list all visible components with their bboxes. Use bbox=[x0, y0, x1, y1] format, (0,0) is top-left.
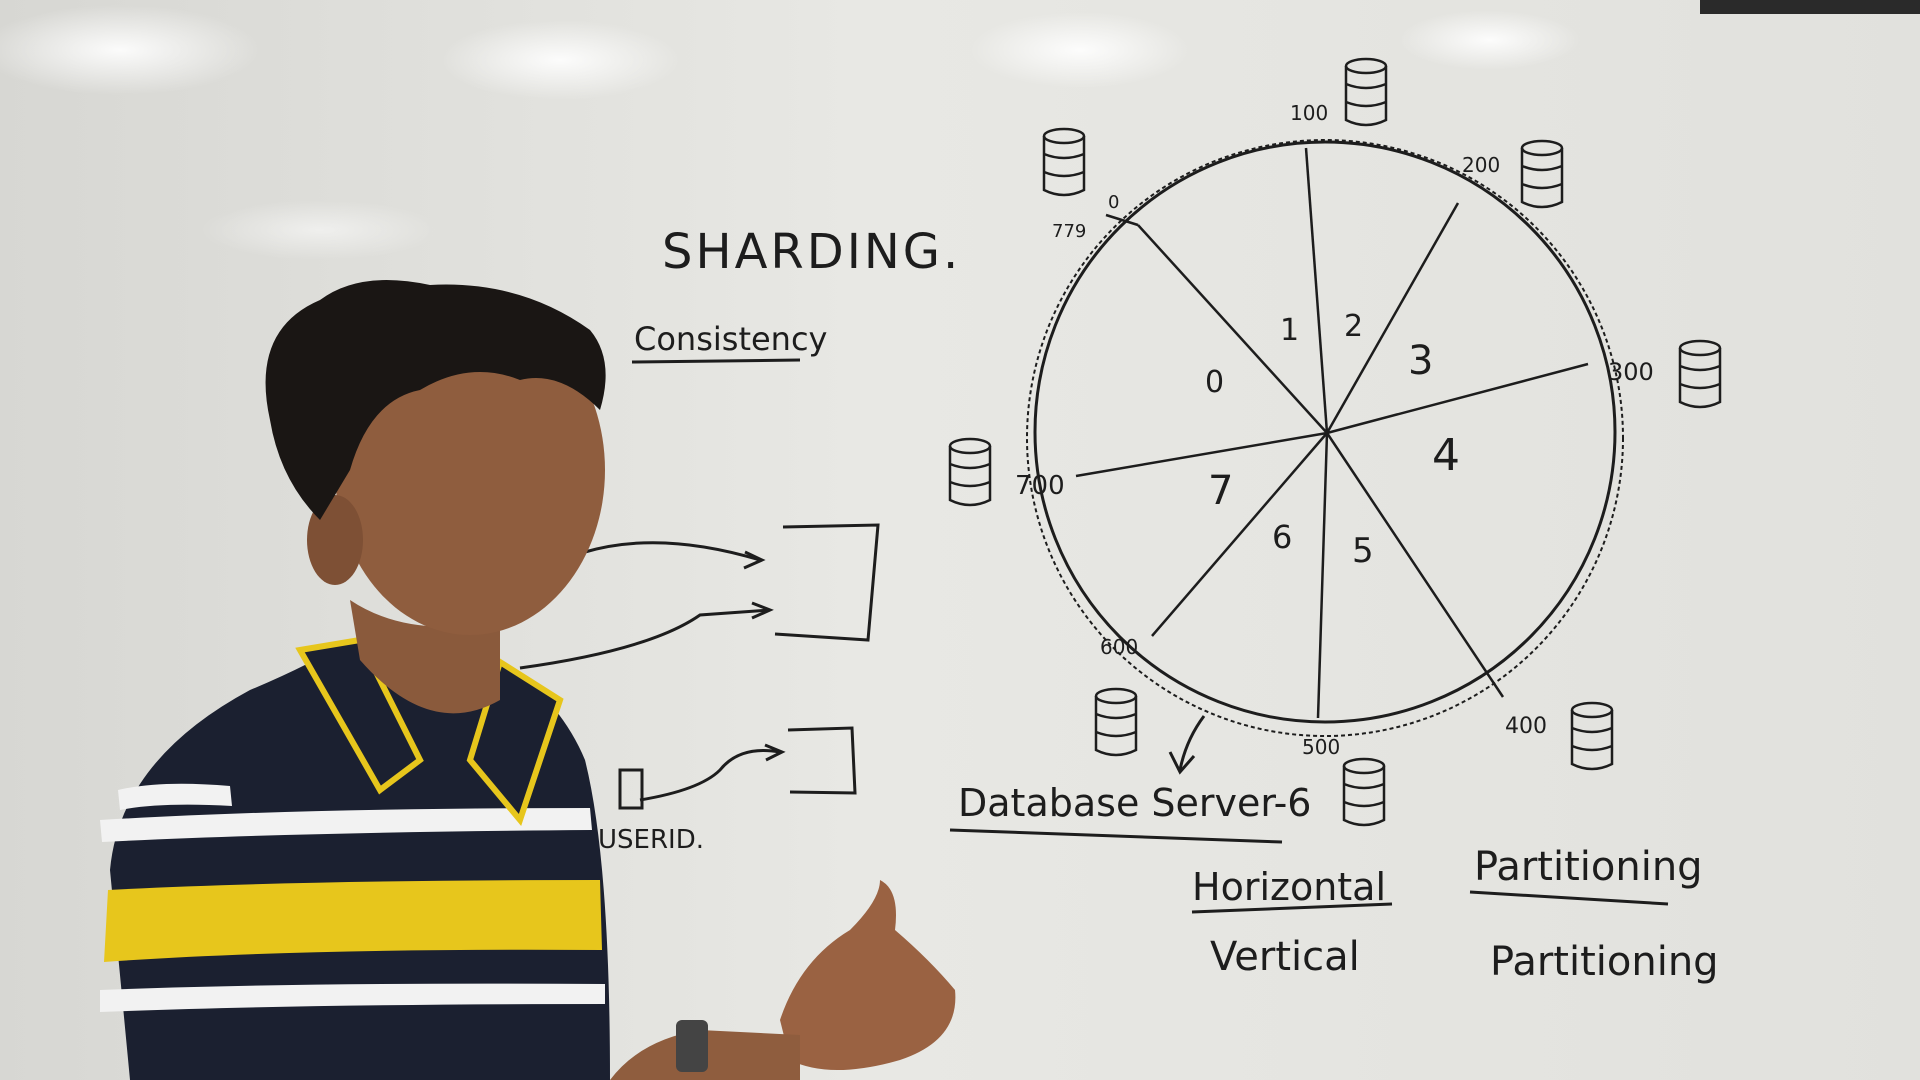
vertical-label: Vertical bbox=[1210, 934, 1360, 980]
consistency-label: Consistency bbox=[634, 320, 827, 358]
segment-6: 6 bbox=[1272, 518, 1292, 556]
vertical-partitioning-label: Partitioning bbox=[1490, 939, 1719, 985]
segment-5: 5 bbox=[1352, 531, 1374, 571]
segment-3: 3 bbox=[1408, 338, 1433, 384]
segment-7: 7 bbox=[1208, 468, 1233, 514]
segment-2: 2 bbox=[1344, 309, 1363, 344]
mark-400: 400 bbox=[1505, 714, 1547, 739]
consistency-underline bbox=[631, 358, 801, 364]
mark-300: 300 bbox=[1608, 358, 1654, 386]
sharding-title: SHARDING. bbox=[662, 224, 961, 280]
mark-600: 600 bbox=[1100, 635, 1138, 659]
horizontal-label: Horizontal bbox=[1192, 865, 1386, 909]
segment-4: 4 bbox=[1432, 430, 1460, 481]
database-server-caption: Database Server-6 bbox=[958, 781, 1311, 825]
mark-779: 779 bbox=[1052, 221, 1086, 242]
segment-1: 1 bbox=[1280, 313, 1299, 348]
segment-0: 0 bbox=[1205, 365, 1224, 400]
mark-700: 700 bbox=[1015, 471, 1065, 501]
userid-label: USERID. bbox=[598, 825, 704, 855]
mark-500: 500 bbox=[1302, 735, 1340, 759]
board-frame-edge bbox=[1700, 0, 1920, 14]
mark-100: 100 bbox=[1290, 101, 1328, 125]
mark-0: 0 bbox=[1108, 192, 1119, 213]
horizontal-partitioning-label: Partitioning bbox=[1474, 844, 1703, 890]
whiteboard-scene: SHARDING. Consistency USERID. 100 200 30… bbox=[0, 0, 1920, 1080]
mark-200: 200 bbox=[1462, 153, 1500, 177]
